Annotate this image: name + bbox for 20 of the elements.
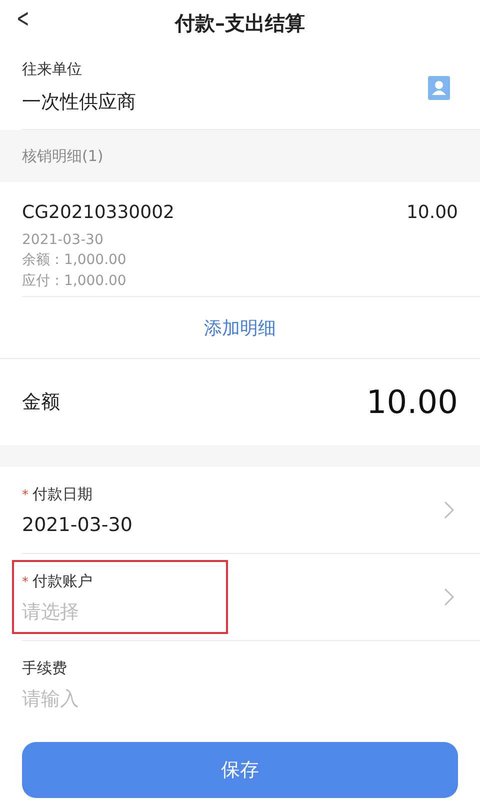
input-field[interactable]: 请选择 [22,600,212,622]
order-payable: 应付：1,000.00 [22,272,128,290]
input-field[interactable]: 2021-03-30 [22,514,212,536]
amount-label: 金额 [22,390,60,415]
order-balance: 余额：1,000.00 [22,251,128,269]
amount-value: 10.00 [366,383,458,421]
field-value: 一次性供应商 [22,90,137,115]
add-detail-link[interactable]: 添加明细 [204,300,276,356]
page-title: 付款–支出结算 [175,10,305,36]
input-field[interactable]: 请输入 [22,688,212,710]
contact-card-icon[interactable] [428,76,450,100]
field-label: * 付款账户 [22,572,94,590]
order-amount: 10.00 [406,202,458,223]
section-heading: 核销明细(1) [22,146,104,166]
order-date: 2021-03-30 [22,232,104,248]
field-label: 手续费 [22,659,68,678]
order-code: CG20210330002 [22,202,174,223]
field-label: 往来单位 [22,60,83,79]
field-label: * 付款日期 [22,484,94,504]
back-button[interactable]: < [12,4,34,34]
